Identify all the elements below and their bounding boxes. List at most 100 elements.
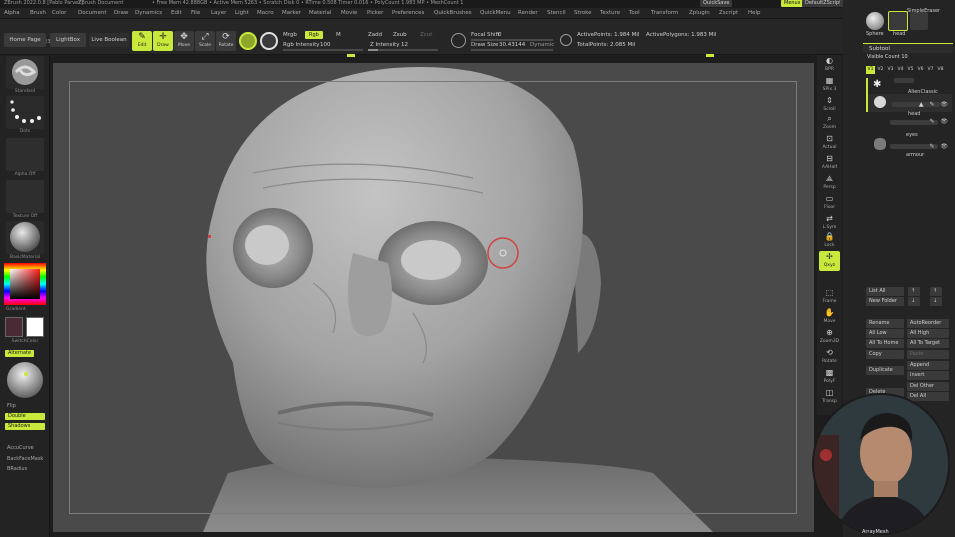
live-boolean-button[interactable]: Live Boolean: [89, 33, 129, 47]
focal-shift-slider[interactable]: [471, 39, 553, 41]
secondary-color-swatch[interactable]: [5, 317, 23, 337]
del-all-button[interactable]: Del All: [907, 392, 949, 401]
z-intensity-slider[interactable]: [368, 49, 438, 51]
rgb-toggle[interactable]: Rgb: [305, 31, 323, 39]
visibility-tab-v5[interactable]: V5: [906, 66, 915, 74]
draw-tool[interactable]: ✛ Draw: [153, 31, 173, 51]
rename-button[interactable]: Rename: [866, 319, 904, 328]
arrow-up-icon[interactable]: ↑: [908, 287, 920, 296]
right-tool-actual[interactable]: ⊡ Actual: [819, 133, 840, 153]
paste-button[interactable]: Paste: [907, 350, 949, 359]
subtool-controls[interactable]: ✎ 👁: [929, 143, 950, 150]
subtool-row[interactable]: ✎ 👁 armour: [866, 136, 952, 158]
z-intensity-value[interactable]: 12: [401, 42, 408, 48]
primary-color-swatch[interactable]: [26, 317, 44, 337]
auto-reorder-button[interactable]: AutoReorder: [907, 319, 949, 328]
menu-item-tool[interactable]: Tool: [629, 10, 640, 16]
head-tool-icon[interactable]: [888, 11, 908, 31]
duplicate-button[interactable]: Duplicate: [866, 366, 904, 375]
scale-tool[interactable]: ⤢ Scale: [195, 31, 215, 51]
quicksave-button[interactable]: QuickSave: [700, 0, 733, 7]
color-swatch-icon[interactable]: [260, 32, 278, 50]
menu-item-help[interactable]: Help: [748, 10, 761, 16]
dynamic-toggle[interactable]: Dynamic: [530, 42, 554, 48]
menu-item-stencil[interactable]: Stencil: [547, 10, 566, 16]
menu-item-light[interactable]: Light: [235, 10, 249, 16]
color-picker[interactable]: [4, 263, 46, 305]
bradius-button[interactable]: BRadius: [7, 466, 27, 472]
visibility-tab-v7[interactable]: V7: [926, 66, 935, 74]
right-tool-floor[interactable]: ▭ Floor: [819, 193, 840, 213]
brush-thumbnail[interactable]: [6, 56, 44, 89]
right-tool-transp[interactable]: ◫ Transp: [819, 387, 840, 407]
stroke-icon[interactable]: [560, 34, 572, 46]
mrgb-toggle[interactable]: Mrgb: [283, 32, 297, 38]
menu-item-quickbrushes[interactable]: QuickBrushes: [434, 10, 472, 16]
visibility-tab-v3[interactable]: V3: [886, 66, 895, 74]
menu-item-file[interactable]: File: [191, 10, 200, 16]
viewport-canvas[interactable]: [53, 63, 814, 532]
list-all-button[interactable]: List All: [866, 287, 904, 296]
right-tool-persp[interactable]: ⟁ Persp: [819, 173, 840, 193]
menu-item-macro[interactable]: Macro: [257, 10, 274, 16]
menu-item-draw[interactable]: Draw: [114, 10, 128, 16]
arrow-down-right-icon[interactable]: ↓: [930, 297, 942, 306]
insert-button[interactable]: Insert: [907, 371, 949, 380]
right-tool-polyf[interactable]: ▩ PolyF: [819, 367, 840, 387]
menu-item-color[interactable]: Color: [52, 10, 66, 16]
right-tool-lock[interactable]: 🔒 Lock: [819, 231, 840, 251]
visibility-tab-v6[interactable]: V6: [916, 66, 925, 74]
menu-item-alpha[interactable]: Alpha: [4, 10, 20, 16]
switch-color-label[interactable]: SwitchColor: [0, 339, 50, 344]
right-tool-move[interactable]: ✋ Move: [819, 307, 840, 327]
menu-item-edit[interactable]: Edit: [171, 10, 182, 16]
visibility-tab-v2[interactable]: V2: [876, 66, 885, 74]
subtool-row-active[interactable]: ▲ ✎ 👁 head: [866, 94, 952, 117]
right-tool-scroll[interactable]: ⇕ Scroll: [819, 95, 840, 115]
menus-button[interactable]: Menus: [781, 0, 804, 7]
double-button[interactable]: Double: [5, 413, 45, 420]
m-toggle[interactable]: M: [336, 32, 341, 38]
edit-tool[interactable]: ✎ Edit: [132, 31, 152, 51]
subtool-controls[interactable]: ✎ 👁: [929, 118, 950, 125]
arrow-up-right-icon[interactable]: ↑: [930, 287, 942, 296]
rgb-intensity-value[interactable]: 100: [320, 42, 331, 48]
alpha-thumbnail[interactable]: [6, 138, 44, 171]
menu-item-document[interactable]: Document: [78, 10, 107, 16]
right-tool-aahalf[interactable]: ⊟ AAHalf: [819, 153, 840, 173]
focal-icon[interactable]: [451, 33, 466, 48]
arrow-down-icon[interactable]: ↓: [908, 297, 920, 306]
menu-item-quickmenu[interactable]: QuickMenu: [480, 10, 511, 16]
material-sphere-icon[interactable]: [239, 32, 257, 50]
sphere-tool-icon[interactable]: [866, 12, 884, 30]
backface-mask-button[interactable]: BackFaceMask: [7, 456, 43, 462]
shadows-button[interactable]: Shadows: [5, 423, 45, 430]
eraser-tool-icon[interactable]: [910, 12, 928, 30]
right-tool-frame[interactable]: ⬚ Frame: [819, 287, 840, 307]
new-folder-button[interactable]: New Folder: [866, 297, 904, 306]
menu-item-dynamics[interactable]: Dynamics: [135, 10, 162, 16]
material-thumbnail[interactable]: [6, 221, 44, 254]
subtool-header[interactable]: Subtool: [863, 43, 953, 53]
zadd-toggle[interactable]: Zadd: [368, 32, 382, 38]
menu-item-stroke[interactable]: Stroke: [574, 10, 592, 16]
visibility-tab-v8[interactable]: V8: [936, 66, 945, 74]
all-low-button[interactable]: All Low: [866, 329, 904, 338]
lightbox-button[interactable]: LightBox: [50, 33, 86, 47]
zsub-toggle[interactable]: Zsub: [393, 32, 407, 38]
right-tool-bpr[interactable]: ◐ BPR: [819, 55, 840, 75]
draw-size-value[interactable]: 30.43144: [499, 42, 525, 48]
subtool-controls[interactable]: ▲ ✎ 👁: [919, 101, 950, 108]
right-tool-rotate[interactable]: ⟲ Rotate: [819, 347, 840, 367]
right-tool-spix-3[interactable]: ▦ SPix 3: [819, 75, 840, 95]
default-zscript-button[interactable]: DefaultZScript: [802, 0, 845, 7]
menu-item-render[interactable]: Render: [518, 10, 538, 16]
menu-item-zplugin[interactable]: Zplugin: [689, 10, 710, 16]
menu-item-movie[interactable]: Movie: [341, 10, 357, 16]
menu-item-marker[interactable]: Marker: [282, 10, 301, 16]
rgb-intensity-slider[interactable]: [283, 49, 363, 51]
draw-size-slider[interactable]: [471, 49, 553, 51]
del-other-button[interactable]: Del Other: [907, 382, 949, 391]
move-tool[interactable]: ✥ Move: [174, 31, 194, 51]
copy-button[interactable]: Copy: [866, 350, 904, 359]
